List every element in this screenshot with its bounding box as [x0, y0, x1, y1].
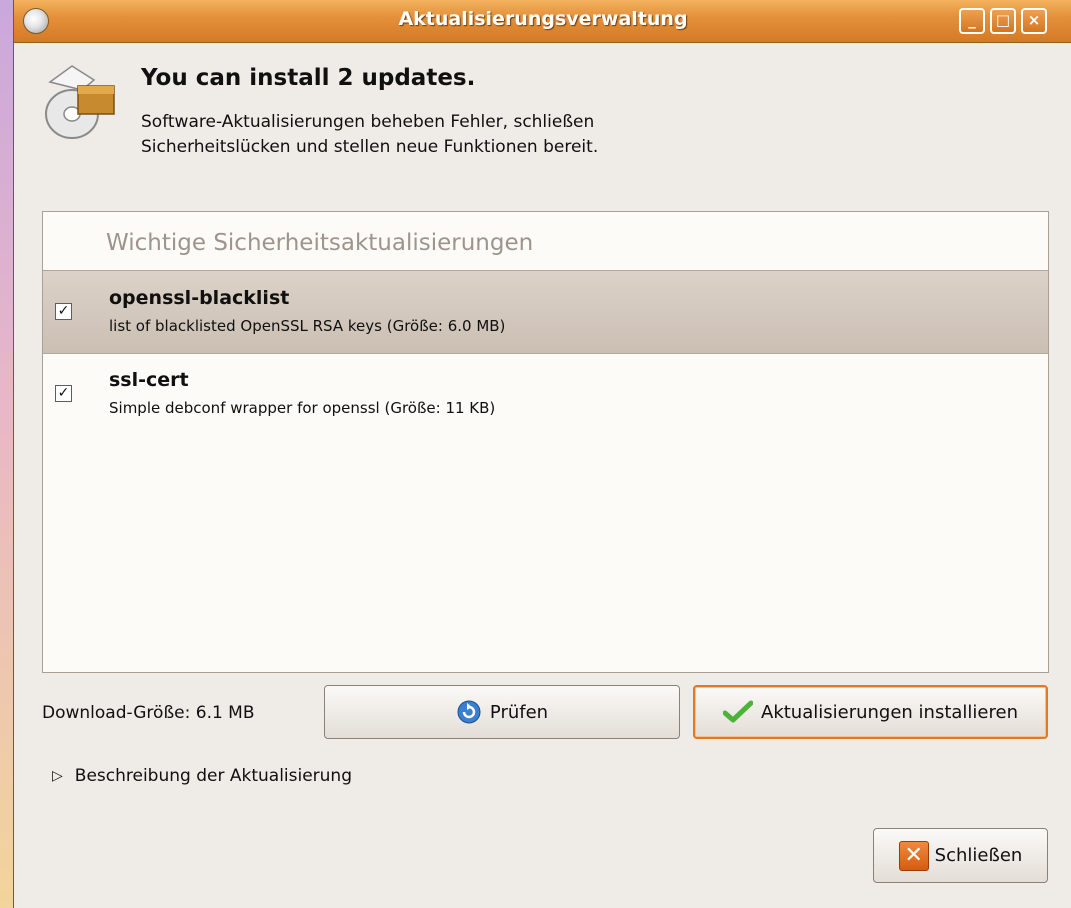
expander-label: Beschreibung der Aktualisierung [74, 766, 353, 786]
close-window-button[interactable]: × [1021, 8, 1047, 34]
maximize-button[interactable]: □ [990, 8, 1016, 34]
refresh-icon [457, 700, 481, 724]
expander-arrow-icon: ▷ [52, 768, 63, 784]
minimize-button[interactable]: _ [959, 8, 985, 34]
titlebar[interactable]: Aktualisierungsverwaltung _ □ × [14, 0, 1071, 43]
update-checkbox[interactable]: ✓ [55, 385, 72, 402]
install-updates-button[interactable]: Aktualisierungen installieren [693, 685, 1048, 739]
close-button[interactable]: ✕ Schließen [873, 828, 1048, 883]
subtitle: Software-Aktualisierungen beheben Fehler… [141, 112, 599, 157]
package-name: openssl-blacklist [109, 287, 290, 309]
checkmark-icon [723, 700, 753, 723]
close-x-icon: ✕ [898, 840, 929, 871]
software-update-icon [45, 65, 115, 139]
section-title: Wichtige Sicherheitsaktualisierungen [106, 230, 534, 256]
download-size-label: Download-Größe: 6.1 MB [42, 703, 255, 723]
window-title: Aktualisierungsverwaltung [398, 8, 688, 30]
list-item[interactable]: ✓ openssl-blacklist list of blacklisted … [43, 270, 1048, 354]
close-button-label: Schließen [934, 845, 1023, 866]
package-description: Simple debconf wrapper for openssl (Größ… [109, 399, 496, 417]
package-description: list of blacklisted OpenSSL RSA keys (Gr… [109, 317, 506, 335]
update-checkbox[interactable]: ✓ [55, 303, 72, 320]
list-item[interactable]: ✓ ssl-cert Simple debconf wrapper for op… [43, 353, 1048, 435]
check-button-label: Prüfen [489, 701, 549, 723]
package-name: ssl-cert [109, 369, 189, 391]
install-button-label: Aktualisierungen installieren [761, 701, 1018, 723]
description-expander[interactable]: ▷ Beschreibung der Aktualisierung [52, 766, 352, 786]
check-button[interactable]: Prüfen [324, 685, 680, 739]
update-list[interactable]: Wichtige Sicherheitsaktualisierungen ✓ o… [42, 211, 1049, 673]
update-manager-window: Aktualisierungsverwaltung _ □ × You can … [13, 0, 1071, 908]
headline: You can install 2 updates. [141, 65, 476, 91]
